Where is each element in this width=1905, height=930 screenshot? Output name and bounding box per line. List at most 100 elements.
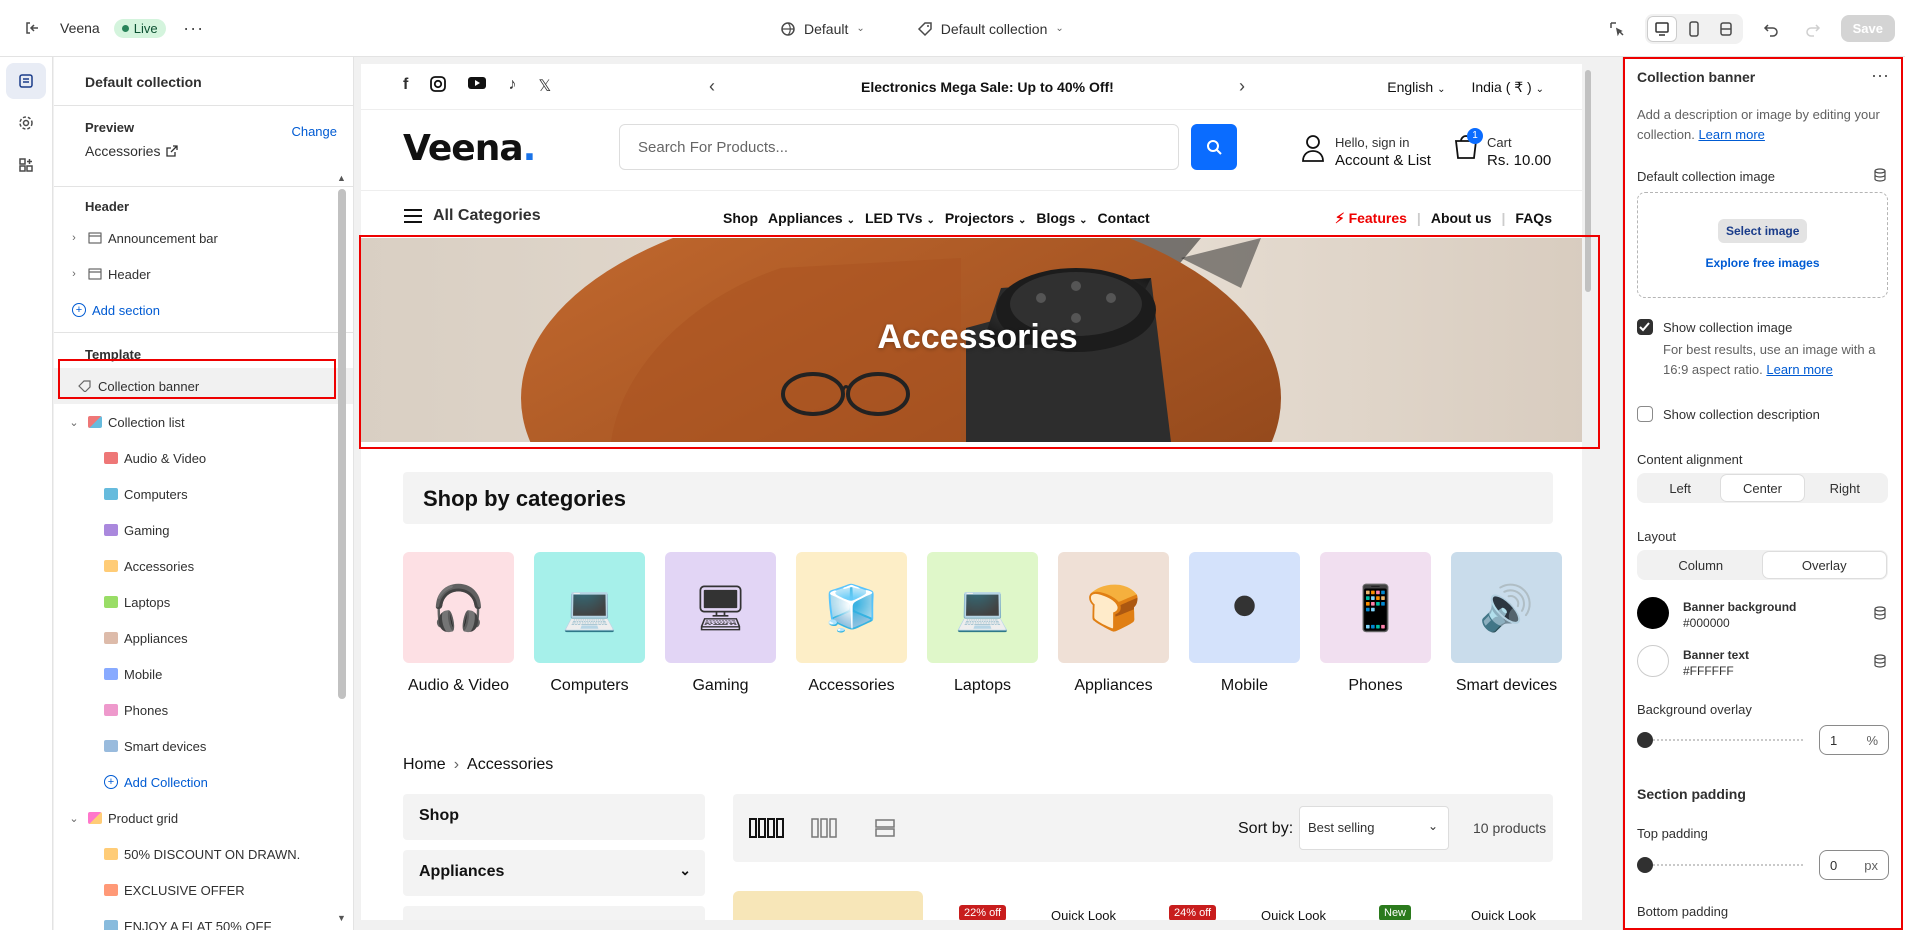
- full-width-icon[interactable]: [1711, 16, 1741, 42]
- nav-link-projectors[interactable]: Projectors ⌄: [945, 210, 1027, 226]
- grid-4-icon[interactable]: [749, 818, 785, 838]
- slider-handle[interactable]: [1637, 732, 1653, 748]
- announcement-next-icon[interactable]: ›: [1239, 76, 1245, 97]
- tree-item-product-grid[interactable]: ⌄ Product grid: [54, 800, 353, 836]
- chevron-down-icon[interactable]: ⌄: [66, 812, 82, 825]
- category-card[interactable]: 🖥 Gaming: [665, 552, 776, 695]
- tree-item-collection-list[interactable]: ⌄ Collection list: [54, 404, 353, 440]
- exit-icon[interactable]: [18, 14, 46, 42]
- desktop-icon[interactable]: [1646, 15, 1677, 42]
- tree-item-product-block[interactable]: ENJOY A FLAT 50% OFF: [54, 908, 353, 930]
- tree-item-product-block[interactable]: 50% DISCOUNT ON DRAWN.: [54, 836, 353, 872]
- mobile-icon[interactable]: [1679, 16, 1709, 42]
- undo-icon[interactable]: [1757, 15, 1785, 43]
- category-card[interactable]: 🎧 Audio & Video: [403, 552, 514, 695]
- scroll-down-icon[interactable]: ▼: [337, 913, 346, 923]
- show-image-checkbox[interactable]: [1637, 319, 1653, 335]
- nav-link-shop[interactable]: Shop: [723, 210, 758, 226]
- category-card[interactable]: 📱 Phones: [1320, 552, 1431, 695]
- show-description-checkbox[interactable]: [1637, 406, 1653, 422]
- list-view-icon[interactable]: [875, 818, 895, 838]
- scrollbar-thumb[interactable]: [338, 189, 346, 699]
- align-left-option[interactable]: Left: [1639, 475, 1721, 501]
- quick-look-button[interactable]: Quick Look: [1471, 908, 1536, 920]
- more-options-icon[interactable]: ···: [1871, 65, 1889, 86]
- category-card[interactable]: 🍞 Appliances: [1058, 552, 1169, 695]
- tree-item-product-block[interactable]: EXCLUSIVE OFFER: [54, 872, 353, 908]
- account-link[interactable]: Hello, sign in Account & List: [1335, 134, 1431, 170]
- country-selector[interactable]: India ( ₹ ) ⌄: [1471, 79, 1544, 96]
- store-logo[interactable]: Veena.: [403, 128, 536, 169]
- learn-more-link[interactable]: Learn more: [1766, 362, 1832, 377]
- banner-background-swatch[interactable]: [1637, 597, 1669, 629]
- category-card[interactable]: 🧊 Accessories: [796, 552, 907, 695]
- canvas-scrollbar-thumb[interactable]: [1585, 70, 1591, 292]
- tree-item-collection[interactable]: Computers: [54, 476, 353, 512]
- inspector-icon[interactable]: [1603, 15, 1631, 43]
- more-actions-icon[interactable]: ···: [180, 14, 208, 42]
- layout-column-option[interactable]: Column: [1639, 552, 1763, 578]
- youtube-icon[interactable]: [468, 76, 487, 97]
- tree-item-collection[interactable]: Laptops: [54, 584, 353, 620]
- user-icon[interactable]: [1301, 134, 1325, 162]
- overlay-slider[interactable]: [1637, 732, 1803, 748]
- facebook-icon[interactable]: f: [403, 76, 408, 97]
- top-padding-slider[interactable]: [1637, 857, 1803, 873]
- product-card[interactable]: [733, 891, 923, 920]
- category-card[interactable]: 💻 Computers: [534, 552, 645, 695]
- add-section-button[interactable]: + Add section: [54, 292, 353, 328]
- instagram-icon[interactable]: [430, 76, 447, 97]
- tree-item-collection[interactable]: Appliances: [54, 620, 353, 656]
- add-collection-button[interactable]: + Add Collection: [54, 764, 353, 800]
- tree-item-collection[interactable]: Smart devices: [54, 728, 353, 764]
- save-button[interactable]: Save: [1840, 15, 1895, 42]
- tree-item-collection[interactable]: Mobile: [54, 656, 353, 692]
- left-panel-scrollbar[interactable]: ▲ ▼: [336, 173, 348, 923]
- nav-link-about[interactable]: About us: [1431, 210, 1492, 227]
- all-categories-button[interactable]: All Categories: [403, 207, 541, 225]
- chevron-down-icon[interactable]: ⌄: [66, 416, 82, 429]
- chevron-right-icon[interactable]: ›: [66, 268, 82, 280]
- quick-look-button[interactable]: Quick Look: [1261, 908, 1326, 920]
- category-card[interactable]: 💻 Laptops: [927, 552, 1038, 695]
- overlay-input[interactable]: 1%: [1819, 725, 1889, 755]
- language-selector[interactable]: English ⌄: [1387, 79, 1445, 96]
- tree-item-announcement-bar[interactable]: › Announcement bar: [54, 220, 353, 256]
- filter-shop[interactable]: Shop: [403, 794, 705, 840]
- apps-icon[interactable]: [6, 147, 46, 183]
- search-input[interactable]: Search For Products...: [619, 124, 1179, 170]
- theme-dropdown[interactable]: Default ⌄: [780, 21, 865, 37]
- align-center-option[interactable]: Center: [1721, 475, 1804, 501]
- dynamic-source-icon[interactable]: [1873, 606, 1887, 620]
- preview-value[interactable]: Accessories: [85, 143, 322, 159]
- tree-item-collection-banner[interactable]: Collection banner: [54, 368, 353, 404]
- search-button[interactable]: [1191, 124, 1237, 170]
- nav-link-led-tvs[interactable]: LED TVs ⌄: [865, 210, 935, 226]
- template-dropdown[interactable]: Default collection ⌄: [917, 21, 1064, 37]
- scroll-up-icon[interactable]: ▲: [337, 173, 346, 183]
- select-image-button[interactable]: Select image: [1718, 219, 1808, 243]
- dynamic-source-icon[interactable]: [1873, 168, 1887, 182]
- filter-more[interactable]: [403, 906, 705, 920]
- redo-icon[interactable]: [1799, 15, 1827, 43]
- nav-link-blogs[interactable]: Blogs ⌄: [1036, 210, 1087, 226]
- tiktok-icon[interactable]: ♪: [508, 76, 516, 97]
- chevron-right-icon[interactable]: ›: [66, 232, 82, 244]
- cart-link[interactable]: Cart Rs. 10.00: [1487, 134, 1551, 170]
- tree-item-collection[interactable]: Phones: [54, 692, 353, 728]
- tree-item-collection[interactable]: Audio & Video: [54, 440, 353, 476]
- learn-more-link[interactable]: Learn more: [1698, 127, 1764, 142]
- banner-text-swatch[interactable]: [1637, 645, 1669, 677]
- nav-link-appliances[interactable]: Appliances ⌄: [768, 210, 855, 226]
- breadcrumb-home[interactable]: Home: [403, 756, 446, 774]
- collection-banner[interactable]: Accessories: [361, 238, 1594, 442]
- sections-icon[interactable]: [6, 63, 46, 99]
- quick-look-button[interactable]: Quick Look: [1051, 908, 1116, 920]
- nav-link-features[interactable]: ⚡︎ Features: [1335, 210, 1407, 227]
- slider-handle[interactable]: [1637, 857, 1653, 873]
- canvas-scrollbar[interactable]: [1582, 64, 1594, 920]
- dynamic-source-icon[interactable]: [1873, 654, 1887, 668]
- layout-overlay-option[interactable]: Overlay: [1762, 552, 1886, 578]
- sort-select[interactable]: Best selling ⌄: [1299, 806, 1449, 850]
- nav-link-faqs[interactable]: FAQs: [1515, 210, 1552, 227]
